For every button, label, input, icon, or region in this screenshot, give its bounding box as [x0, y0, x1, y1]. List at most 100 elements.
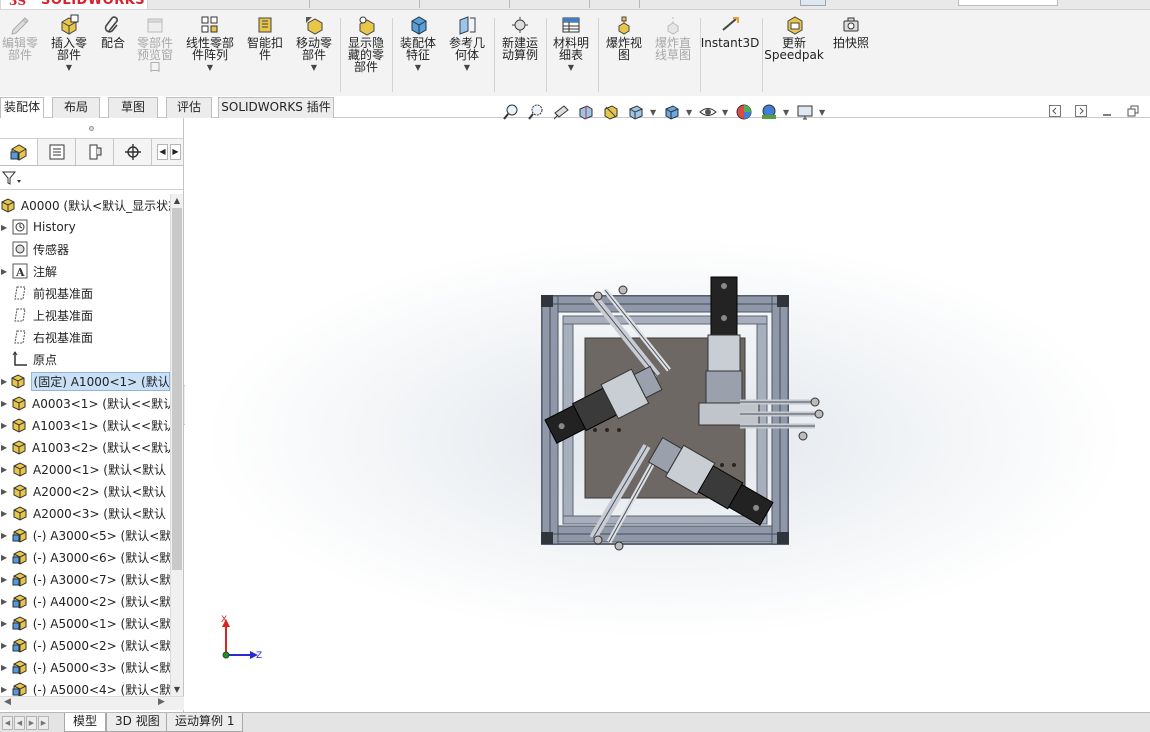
expand-arrow-icon[interactable]: ▶	[1, 443, 11, 452]
explode-line-sketch-button[interactable]: 爆炸直 线草图	[650, 14, 696, 61]
chevron-down-icon[interactable]: ▼	[686, 108, 694, 117]
expand-arrow-icon[interactable]: ▶	[1, 597, 11, 606]
instant3d-button[interactable]: Instant3D	[701, 14, 759, 49]
tree-component-a3000-7[interactable]: ▶ (-) A3000<7> (默认<默	[0, 568, 170, 590]
solidworks-logo[interactable]: 3S SOLIDWORKS	[0, 0, 148, 10]
move-component-button[interactable]: 移动零 部件 ▼	[292, 14, 336, 72]
tab-sketch[interactable]: 草图	[108, 97, 158, 118]
tree-item-history[interactable]: ▶ History	[0, 216, 170, 238]
zoom-to-fit-button[interactable]	[500, 101, 522, 123]
chevron-down-icon[interactable]: ▼	[207, 64, 213, 72]
tab-scroll-right-button[interactable]: ▶	[170, 144, 181, 160]
split-left-icon[interactable]	[1048, 104, 1062, 118]
expand-arrow-icon[interactable]: ▶	[1, 223, 11, 232]
tree-item-front-plane[interactable]: 前视基准面	[0, 282, 170, 304]
dimxpert-manager-tab[interactable]	[114, 139, 152, 165]
assembly-model-view[interactable]: X Z	[185, 118, 1150, 712]
tree-component-a3000-6[interactable]: ▶ (-) A3000<6> (默认<默	[0, 546, 170, 568]
expand-arrow-icon[interactable]: ▶	[1, 619, 11, 628]
apply-scene-button[interactable]	[758, 101, 780, 123]
component-preview-button[interactable]: 零部件 预览窗 口	[132, 14, 178, 73]
tree-component-a1003-1[interactable]: ▶ A1003<1> (默认<<默认	[0, 414, 170, 436]
tree-root-assembly[interactable]: A0000 (默认<默认_显示状态	[0, 194, 170, 216]
menu-stub[interactable]	[380, 0, 420, 8]
tree-component-a3000-5[interactable]: ▶ (-) A3000<5> (默认<默	[0, 524, 170, 546]
tab-evaluate[interactable]: 评估	[166, 97, 212, 118]
insert-component-button[interactable]: 插入零 部件 ▼	[48, 14, 90, 72]
chevron-down-icon[interactable]: ▼	[464, 64, 470, 72]
expand-arrow-icon[interactable]: ▶	[1, 487, 11, 496]
chevron-down-icon[interactable]: ▼	[819, 108, 827, 117]
tree-component-a5000-2[interactable]: ▶ (-) A5000<2> (默认<默	[0, 634, 170, 656]
minimize-icon[interactable]	[1100, 104, 1114, 118]
expand-arrow-icon[interactable]: ▶	[1, 377, 10, 386]
chevron-down-icon[interactable]: ▼	[415, 64, 421, 72]
scroll-right-icon[interactable]: ▶	[158, 697, 165, 707]
tab-next-icon[interactable]: ▶	[26, 716, 37, 730]
tree-component-a2000-1[interactable]: ▶ A2000<1> (默认<默认	[0, 458, 170, 480]
expand-arrow-icon[interactable]: ▶	[1, 641, 11, 650]
tree-item-top-plane[interactable]: 上视基准面	[0, 304, 170, 326]
tab-motion-study-1[interactable]: 运动算例 1	[166, 713, 244, 732]
restore-icon[interactable]	[1126, 104, 1140, 118]
display-style-button[interactable]	[661, 101, 683, 123]
tree-component-a5000-3[interactable]: ▶ (-) A5000<3> (默认<默	[0, 656, 170, 678]
dynamic-annotation-button[interactable]	[600, 101, 622, 123]
mate-button[interactable]: 配合	[96, 14, 130, 49]
update-speedpak-button[interactable]: 更新 Speedpak	[764, 14, 824, 61]
take-snapshot-button[interactable]: 拍快照	[828, 14, 874, 49]
chevron-down-icon[interactable]: ▼	[568, 64, 574, 72]
panel-grip[interactable]	[0, 118, 183, 138]
expand-arrow-icon[interactable]: ▶	[1, 465, 11, 474]
select-button[interactable]	[800, 0, 826, 6]
tree-component-a4000-2[interactable]: ▶ (-) A4000<2> (默认<默	[0, 590, 170, 612]
new-motion-study-button[interactable]: 新建运 动算例	[498, 14, 542, 61]
tab-layout[interactable]: 布局	[52, 97, 100, 118]
tree-horizontal-scrollbar[interactable]: ◀ ▶	[0, 696, 184, 710]
view-orientation-button[interactable]	[625, 101, 647, 123]
tree-item-annotations[interactable]: ▶ A 注解	[0, 260, 170, 282]
property-manager-tab[interactable]	[38, 139, 76, 165]
chevron-down-icon[interactable]: ▼	[66, 64, 72, 72]
tree-component-a2000-3[interactable]: ▶ A2000<3> (默认<默认	[0, 502, 170, 524]
section-view-button[interactable]	[575, 101, 597, 123]
tree-component-a0003-1[interactable]: ▶ A0003<1> (默认<<默认	[0, 392, 170, 414]
tab-last-icon[interactable]: ▶	[38, 716, 49, 730]
smart-fasteners-button[interactable]: 智能扣 件	[244, 14, 286, 61]
expand-arrow-icon[interactable]: ▶	[1, 509, 11, 518]
show-hidden-components-button[interactable]: 显示隐 藏的零 部件	[344, 14, 388, 73]
scroll-up-icon[interactable]: ▲	[171, 194, 183, 207]
tree-component-a5000-1[interactable]: ▶ (-) A5000<1> (默认<默	[0, 612, 170, 634]
edit-appearance-button[interactable]	[733, 101, 755, 123]
tree-vertical-scrollbar[interactable]: ▲ ▼	[170, 194, 183, 696]
chevron-down-icon[interactable]: ▼	[650, 108, 658, 117]
expand-arrow-icon[interactable]: ▶	[1, 553, 11, 562]
chevron-down-icon[interactable]: ▼	[783, 108, 791, 117]
tree-item-right-plane[interactable]: 右视基准面	[0, 326, 170, 348]
expand-arrow-icon[interactable]: ▶	[1, 531, 11, 540]
scroll-left-icon[interactable]: ◀	[4, 697, 11, 707]
expand-arrow-icon[interactable]: ▶	[1, 421, 11, 430]
feature-manager-tab[interactable]	[0, 139, 38, 165]
expand-arrow-icon[interactable]: ▶	[1, 399, 11, 408]
reference-geometry-button[interactable]: 参考几 何体 ▼	[446, 14, 488, 72]
expand-arrow-icon[interactable]: ▶	[1, 663, 11, 672]
tree-item-sensors[interactable]: 传感器	[0, 238, 170, 260]
filter-icon[interactable]	[2, 170, 22, 186]
edit-part-button[interactable]: 编辑零 部件	[0, 14, 40, 61]
previous-view-button[interactable]	[550, 101, 572, 123]
graphics-viewport[interactable]: X Z	[185, 118, 1150, 712]
menu-stub[interactable]	[600, 0, 640, 8]
view-settings-button[interactable]	[794, 101, 816, 123]
configuration-manager-tab[interactable]	[76, 139, 114, 165]
chevron-down-icon[interactable]: ▼	[722, 108, 730, 117]
assembly-features-button[interactable]: 装配体 特征 ▼	[396, 14, 440, 72]
tab-assembly[interactable]: 装配体	[0, 97, 44, 119]
tree-item-origin[interactable]: 原点	[0, 348, 170, 370]
tree-component-a5000-4[interactable]: ▶ (-) A5000<4> (默认<默	[0, 678, 170, 696]
expand-arrow-icon[interactable]: ▶	[1, 685, 11, 694]
tab-first-icon[interactable]: ◀	[2, 716, 13, 730]
chevron-down-icon[interactable]: ▼	[311, 64, 317, 72]
scroll-down-icon[interactable]: ▼	[171, 683, 183, 696]
tree-component-a1000-1[interactable]: ▶ (固定) A1000<1> (默认<	[0, 370, 170, 392]
